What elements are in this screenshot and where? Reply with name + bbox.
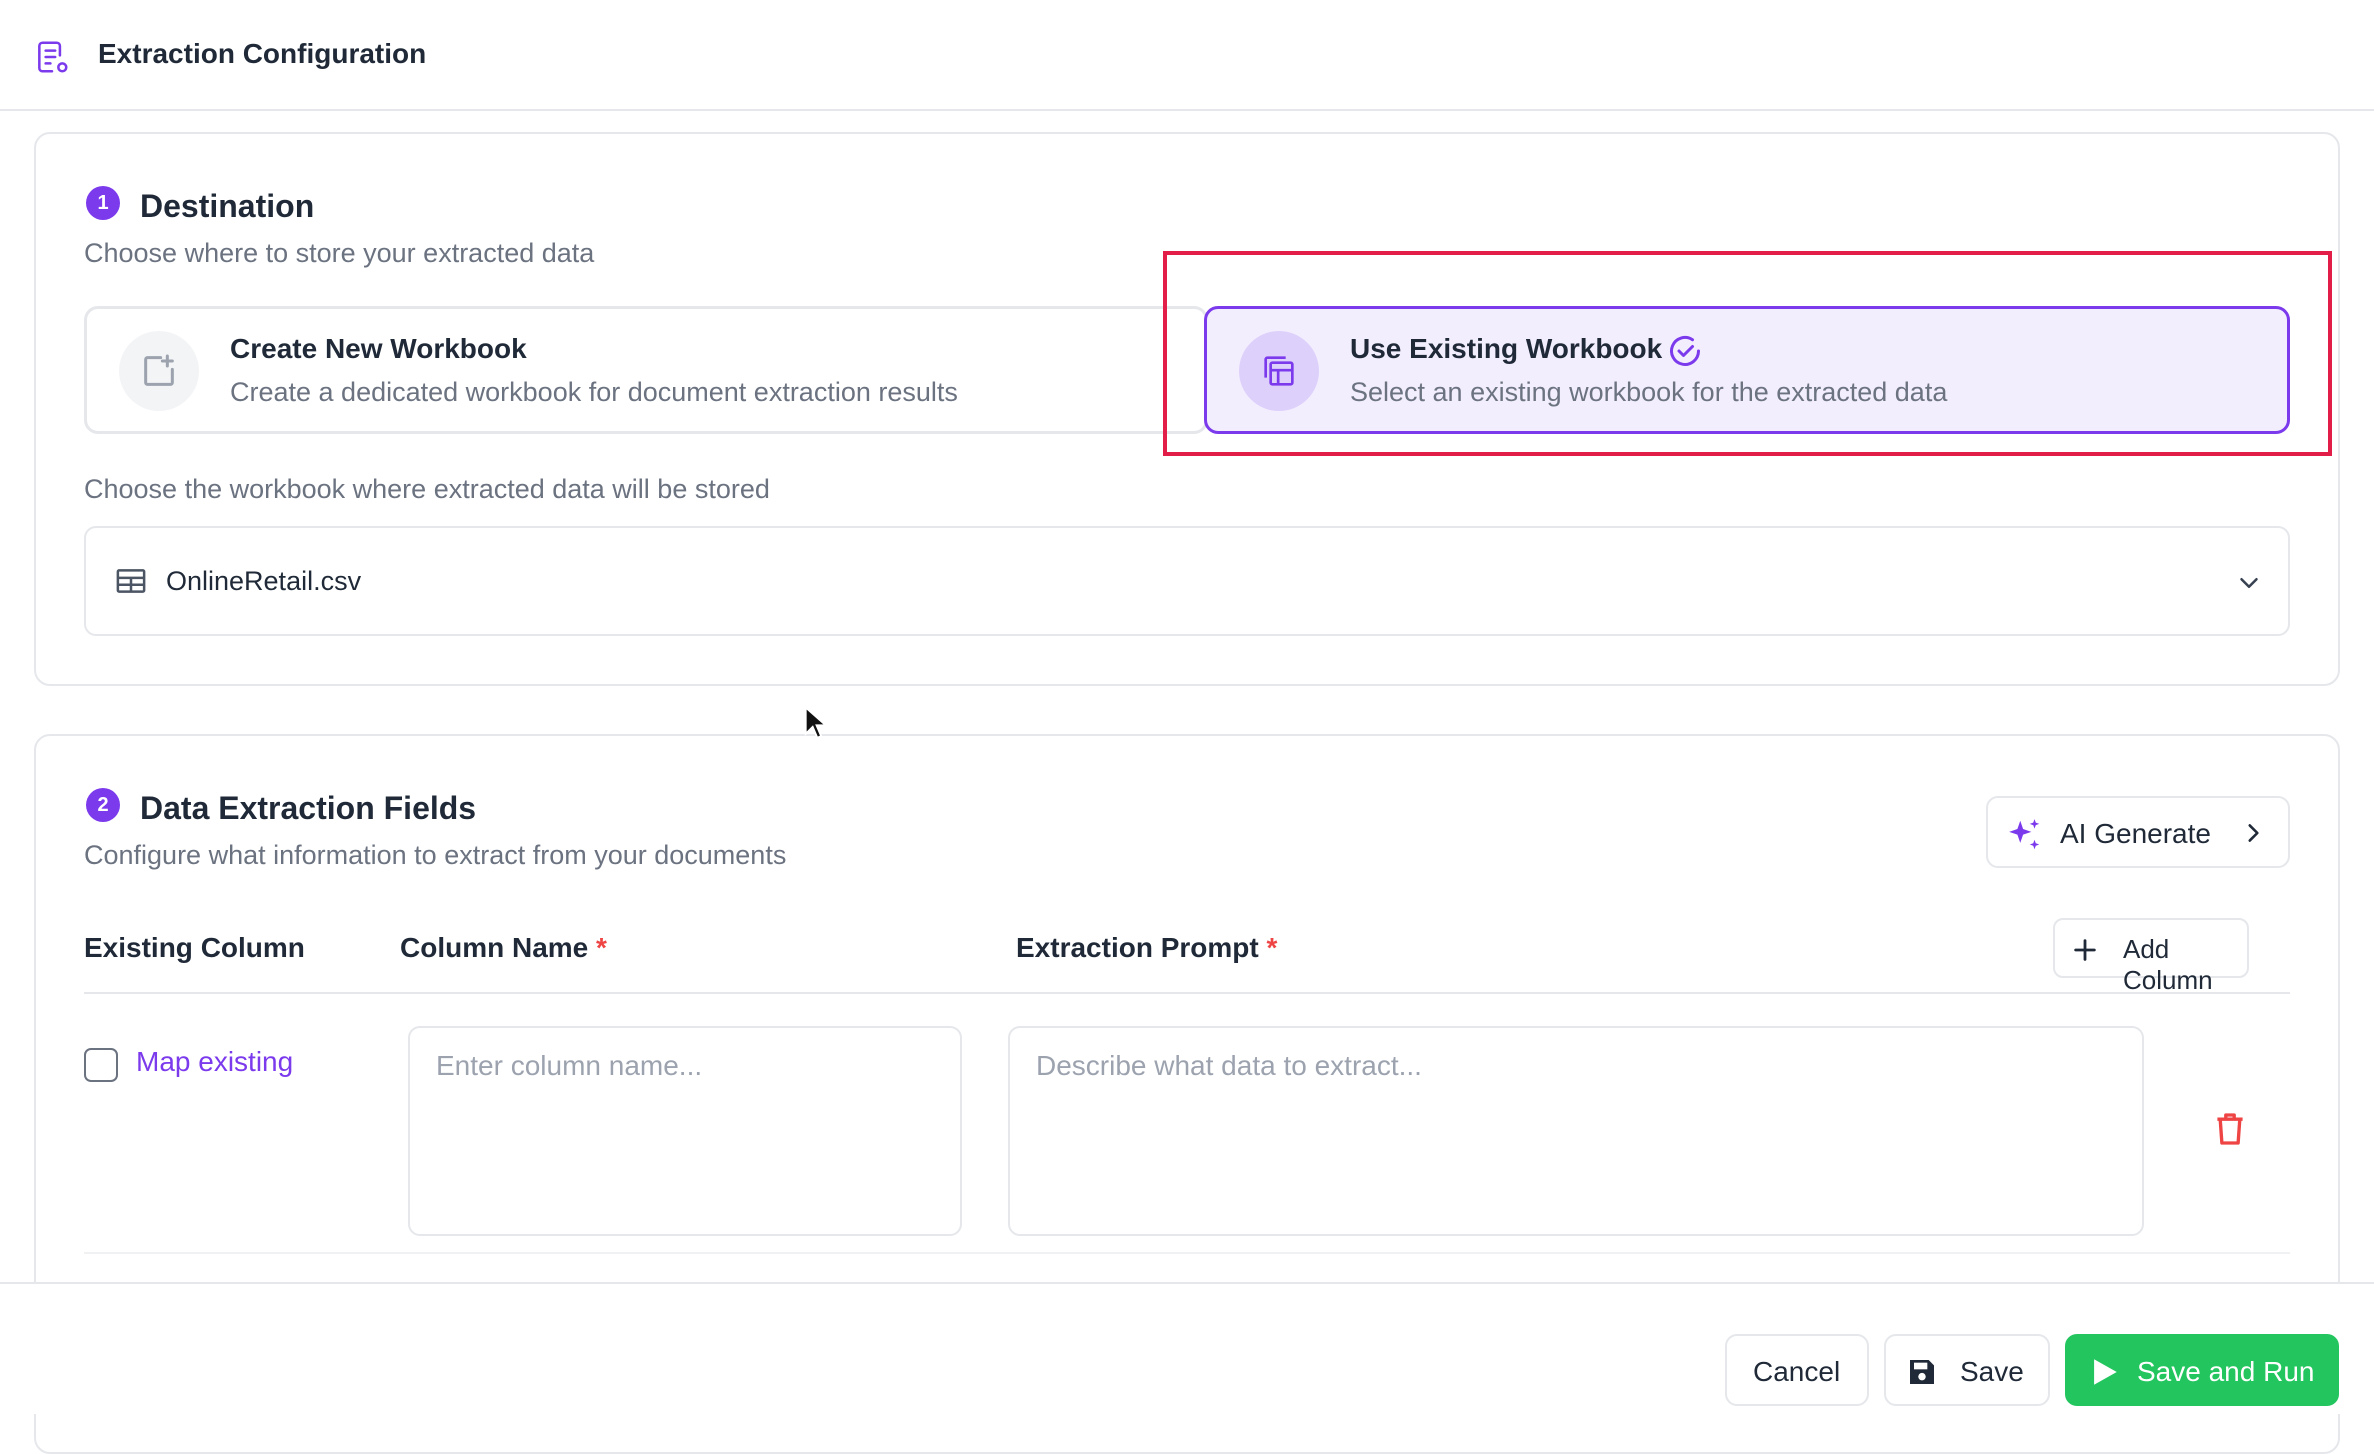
workbook-icon: [1239, 331, 1319, 411]
cancel-label: Cancel: [1753, 1356, 1841, 1387]
chevron-down-icon: [2240, 578, 2258, 588]
map-existing-link[interactable]: Map existing: [136, 1046, 293, 1078]
workbook-select[interactable]: OnlineRetail.csv: [84, 526, 2290, 636]
document-config-icon: [38, 41, 68, 73]
play-icon: [2094, 1359, 2117, 1385]
column-name-input[interactable]: Enter column name...: [408, 1026, 962, 1236]
extraction-prompt-input[interactable]: Describe what data to extract...: [1008, 1026, 2144, 1236]
add-column-label: Add Column: [2123, 934, 2213, 995]
workbook-select-label: Choose the workbook where extracted data…: [84, 474, 770, 504]
option-title: Use Existing Workbook: [1350, 333, 1663, 364]
floppy-disk-icon: [1910, 1360, 1934, 1384]
ai-generate-button[interactable]: AI Generate: [1986, 796, 2290, 868]
step-badge-1: 1: [86, 186, 120, 220]
plus-icon: [2074, 939, 2096, 961]
destination-section: 1 Destination Choose where to store your…: [34, 132, 2340, 686]
chevron-right-icon: [2248, 824, 2259, 842]
fields-title: Data Extraction Fields: [140, 790, 477, 826]
use-existing-workbook-option[interactable]: Use Existing Workbook Select an existing…: [1204, 306, 2290, 434]
trash-icon[interactable]: [2216, 1112, 2244, 1146]
fields-subtitle: Configure what information to extract fr…: [84, 840, 787, 870]
existing-column-header: Existing Column: [84, 932, 305, 963]
add-file-icon: [119, 331, 199, 411]
mouse-cursor-icon: [804, 706, 826, 739]
column-name-header: Column Name *: [400, 932, 607, 963]
save-and-run-label: Save and Run: [2137, 1356, 2315, 1387]
save-label: Save: [1960, 1356, 2024, 1387]
option-title: Create New Workbook: [230, 333, 527, 364]
check-circle-icon: [1670, 336, 1700, 366]
table-icon: [116, 569, 146, 593]
create-new-workbook-option[interactable]: Create New Workbook Create a dedicated w…: [84, 306, 1208, 434]
destination-title: Destination: [140, 188, 315, 224]
save-button[interactable]: Save: [1884, 1334, 2050, 1406]
required-mark: *: [1266, 932, 1278, 963]
extraction-prompt-header: Extraction Prompt *: [1016, 932, 1278, 963]
option-description: Create a dedicated workbook for document…: [230, 377, 958, 407]
row-divider: [84, 1252, 2290, 1254]
page-title: Extraction Configuration: [98, 38, 427, 69]
step-badge-2: 2: [86, 788, 120, 822]
map-existing-checkbox[interactable]: [84, 1048, 118, 1082]
required-mark: *: [596, 932, 607, 963]
add-column-button[interactable]: Add Column: [2053, 918, 2249, 995]
header-divider: [84, 992, 2290, 994]
ai-generate-label: AI Generate: [2060, 818, 2211, 849]
destination-subtitle: Choose where to store your extracted dat…: [84, 238, 595, 268]
sparkles-icon: [2009, 819, 2040, 850]
selected-workbook: OnlineRetail.csv: [166, 566, 362, 596]
option-description: Select an existing workbook for the extr…: [1350, 377, 1948, 407]
top-bar: Extraction Configuration: [0, 0, 2374, 111]
footer-bar: Cancel Save Save and Run: [0, 1282, 2374, 1414]
save-and-run-button[interactable]: Save and Run: [2065, 1334, 2339, 1406]
cancel-button[interactable]: Cancel: [1725, 1334, 1869, 1406]
